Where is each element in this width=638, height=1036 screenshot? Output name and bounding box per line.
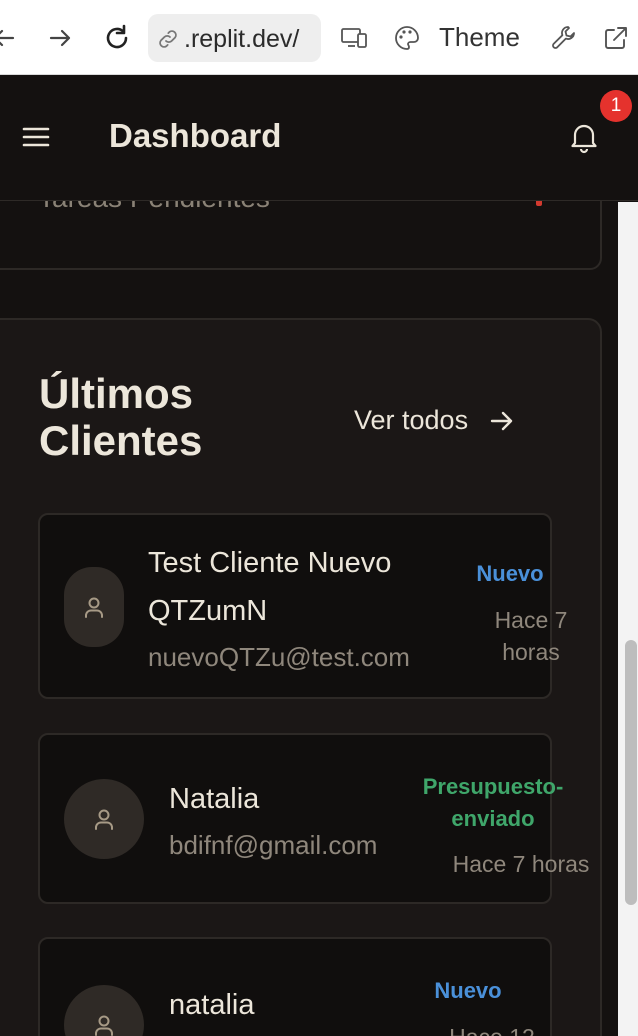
avatar	[64, 567, 124, 647]
devices-icon[interactable]	[336, 20, 372, 56]
url-text: .replit.dev/	[184, 25, 300, 53]
scrollbar-thumb[interactable]	[625, 640, 637, 905]
client-time: Hace 7 horas	[494, 607, 568, 665]
see-all-label: Ver todos	[354, 405, 469, 435]
external-link-icon[interactable]	[598, 20, 634, 56]
client-time: Hace 12	[422, 1021, 562, 1036]
address-bar[interactable]: .replit.dev/	[148, 14, 321, 62]
user-icon	[95, 1015, 113, 1036]
client-name: Natalia	[169, 783, 260, 815]
client-email: nuevoQTZu@test.com	[148, 642, 410, 672]
section-title: Últimos Clientes	[39, 370, 203, 464]
theme-label[interactable]: Theme	[439, 22, 520, 53]
status-badge: Nuevo	[434, 978, 502, 1003]
client-card[interactable]: Test Cliente Nuevo QTZumN nuevoQTZu@test…	[38, 513, 567, 699]
client-name: natalia	[169, 989, 255, 1021]
back-icon[interactable]	[0, 20, 22, 56]
link-icon	[159, 30, 177, 48]
page-title: Dashboard	[109, 117, 282, 154]
user-icon	[95, 809, 113, 830]
client-card[interactable]: Natalia bdifnf@gmail.com Presupuesto-env…	[38, 733, 589, 904]
status-badge: Nuevo	[476, 561, 544, 586]
arrow-right-icon	[490, 411, 513, 430]
reload-icon[interactable]	[99, 20, 135, 56]
status-badge: Presupuesto-enviado	[422, 774, 564, 831]
avatar	[64, 985, 144, 1036]
avatar	[64, 779, 144, 859]
client-name: Test Cliente Nuevo QTZumN	[148, 547, 392, 627]
notification-badge: 1	[600, 90, 632, 122]
browser-toolbar: .replit.dev/ Theme	[0, 0, 638, 75]
app-header: Dashboard 1	[0, 75, 638, 201]
see-all-link[interactable]: Ver todos	[354, 405, 516, 436]
client-card[interactable]: natalia Nuevo Hace 12	[38, 937, 552, 1036]
user-icon	[85, 597, 103, 618]
wrench-icon[interactable]	[546, 20, 582, 56]
forward-icon[interactable]	[42, 20, 78, 56]
menu-icon[interactable]	[20, 121, 52, 153]
client-time: Hace 7 horas	[452, 851, 590, 877]
bell-icon[interactable]	[566, 119, 602, 155]
client-email: bdifnf@gmail.com	[169, 830, 378, 860]
palette-icon[interactable]	[389, 20, 425, 56]
scrollbar-track[interactable]	[618, 202, 638, 1036]
